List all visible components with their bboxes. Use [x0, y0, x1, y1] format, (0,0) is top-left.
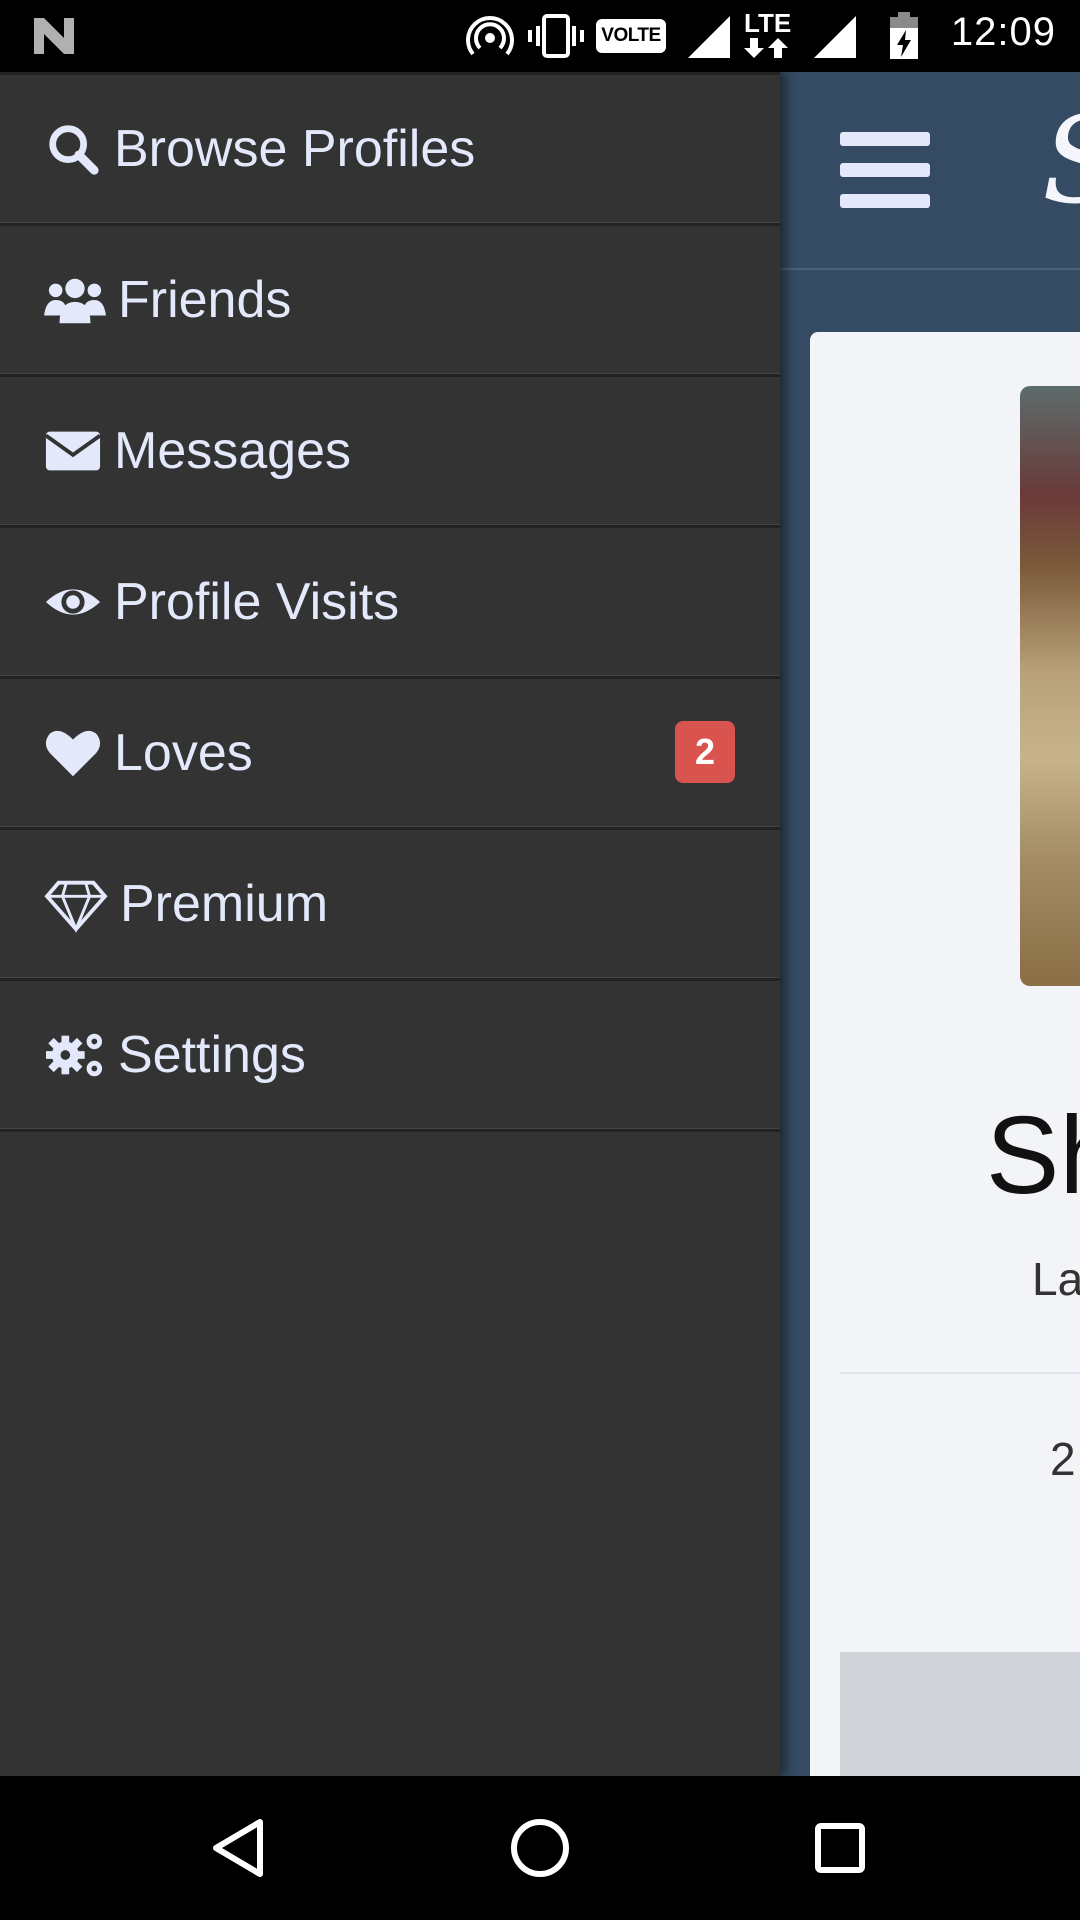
hotspot-icon [466, 16, 514, 56]
vibrate-icon [528, 14, 584, 58]
drawer-item-loves[interactable]: Loves 2 [0, 679, 780, 830]
profile-photo[interactable] [1020, 386, 1080, 986]
drawer-item-messages[interactable]: Messages [0, 377, 780, 528]
recents-icon[interactable] [804, 1812, 876, 1884]
app-header: S [780, 72, 1080, 270]
drawer-item-label: Settings [118, 1026, 306, 1084]
clock: 12:09 [950, 10, 1056, 54]
profile-name: Sh [986, 1094, 1080, 1217]
data-arrows-icon [744, 38, 788, 58]
envelope-icon [44, 422, 102, 480]
drawer-item-browse-profiles[interactable]: Browse Profiles [0, 72, 780, 226]
system-nav-bar [0, 1776, 1080, 1920]
gears-icon [44, 1026, 106, 1084]
app-logo: S [1042, 102, 1080, 222]
drawer-item-premium[interactable]: Premium [0, 830, 780, 981]
hamburger-menu-icon[interactable] [840, 132, 930, 208]
drawer-item-label: Browse Profiles [114, 120, 476, 178]
n-logo-icon [34, 18, 74, 54]
profile-card: Sh La 2 [810, 332, 1080, 1776]
volte-badge: VOLTE [596, 19, 666, 53]
heart-icon [44, 724, 102, 782]
status-bar: VOLTE LTE 12:09 [0, 0, 1080, 72]
battery-charging-icon [890, 12, 918, 59]
drawer-item-label: Profile Visits [114, 573, 400, 631]
diamond-icon [44, 875, 108, 933]
drawer-menu: Browse Profiles Friends Messages Profile… [0, 72, 780, 1132]
lte-label: LTE [744, 8, 792, 38]
drawer-item-label: Loves [114, 724, 253, 782]
drawer-item-label: Friends [118, 271, 292, 329]
drawer-item-settings[interactable]: Settings [0, 981, 780, 1132]
drawer-item-label: Premium [120, 875, 329, 933]
navigation-drawer: Browse Profiles Friends Messages Profile… [0, 72, 780, 1776]
action-button[interactable] [840, 1652, 1080, 1776]
drawer-item-label: Messages [114, 422, 351, 480]
profile-subtitle: La [1032, 1253, 1080, 1305]
drawer-item-friends[interactable]: Friends [0, 226, 780, 377]
divider [840, 1372, 1080, 1374]
eye-icon [44, 573, 102, 631]
home-icon[interactable] [504, 1812, 576, 1884]
back-icon[interactable] [204, 1812, 276, 1884]
lte-indicator: LTE [744, 10, 800, 62]
users-icon [44, 271, 106, 329]
signal-icon-2 [814, 16, 856, 58]
drawer-item-profile-visits[interactable]: Profile Visits [0, 528, 780, 679]
profile-stat: 2 [1050, 1433, 1076, 1485]
app-page: S Sh La 2 [780, 72, 1080, 1776]
loves-count-badge: 2 [675, 721, 735, 783]
signal-icon [688, 16, 730, 58]
search-icon [44, 120, 102, 178]
